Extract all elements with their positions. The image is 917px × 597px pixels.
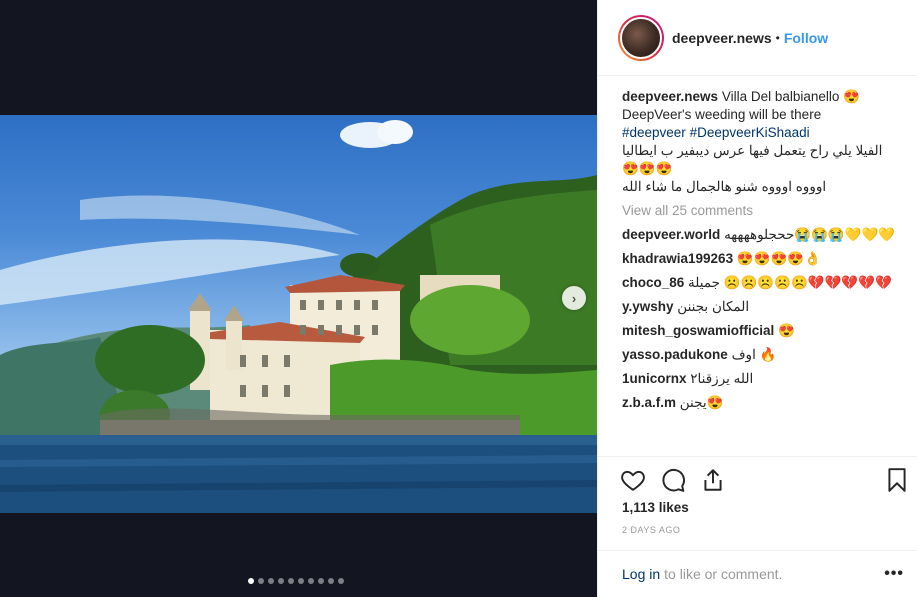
post-photo[interactable]: [0, 115, 597, 513]
avatar[interactable]: [618, 14, 664, 61]
comment-username[interactable]: y.ywshy: [622, 299, 674, 314]
comment-username[interactable]: choco_86: [622, 275, 684, 290]
carousel-dot: [268, 578, 274, 584]
carousel-dot: [308, 578, 314, 584]
carousel-dots: [248, 578, 344, 584]
comment-item: y.ywshy المكان بجننن: [622, 298, 912, 316]
hashtag-link[interactable]: #deepveer: [622, 125, 686, 140]
comment-text: 😍: [778, 323, 795, 338]
comment-list: deepveer.world ححجلوههههه😭😭😭💛💛💛 khadrawia…: [622, 226, 912, 412]
carousel-dot: [248, 578, 254, 584]
heart-icon[interactable]: [620, 467, 646, 493]
carousel-dot: [258, 578, 264, 584]
header-username[interactable]: deepveer.news: [672, 30, 772, 46]
carousel-dot: [318, 578, 324, 584]
caption-line4: الفيلا يلي راح يتعمل فيها عرس ديبفير ب ا…: [622, 143, 883, 158]
comment-username[interactable]: khadrawia199263: [622, 251, 733, 266]
comment-text: الله يرزقنا٢: [690, 371, 754, 386]
comment-username[interactable]: yasso.padukone: [622, 347, 728, 362]
comment-item: khadrawia199263 😍😍😍😍👌: [622, 250, 912, 268]
caption-line2: DeepVeer's weeding will be there: [622, 107, 822, 122]
comment-text: جميلة ☹️☹️☹️☹️☹️💔💔💔💔💔: [688, 275, 892, 290]
carousel-dot: [328, 578, 334, 584]
comment-item: deepveer.world ححجلوههههه😭😭😭💛💛💛: [622, 226, 912, 244]
comment-username[interactable]: 1unicornx: [622, 371, 687, 386]
comment-item: 1unicornx الله يرزقنا٢: [622, 370, 912, 388]
more-options-icon[interactable]: •••: [884, 565, 904, 583]
carousel-dot: [288, 578, 294, 584]
login-link[interactable]: Log in: [622, 566, 660, 582]
post-header: deepveer.news • Follow: [598, 0, 917, 76]
comment-icon[interactable]: [660, 467, 686, 493]
post-timestamp[interactable]: 2 days ago: [622, 525, 680, 535]
like-count[interactable]: 1,113 likes: [622, 500, 689, 515]
share-icon[interactable]: [700, 467, 726, 493]
carousel-dot: [278, 578, 284, 584]
comment-text: يجنن😍: [679, 395, 724, 410]
chevron-right-icon: ›: [571, 290, 577, 306]
comment-item: mitesh_goswamiofficial 😍: [622, 322, 912, 340]
caption: deepveer.news Villa Del balbianello 😍: [622, 88, 912, 106]
caption-line6: اوووه اوووه شنو هالجمال ما شاء الله: [622, 179, 827, 194]
comment-text: المكان بجننن: [677, 299, 750, 314]
view-all-comments-link[interactable]: View all 25 comments: [622, 202, 912, 220]
comments-section: deepveer.news Villa Del balbianello 😍 De…: [622, 88, 912, 456]
carousel-dot: [298, 578, 304, 584]
action-bar: [598, 456, 917, 500]
carousel-next-button[interactable]: ›: [562, 286, 586, 310]
carousel-dot: [338, 578, 344, 584]
post-side-panel: deepveer.news • Follow deepveer.news Vil…: [597, 0, 917, 597]
comment-item: yasso.padukone اوف 🔥: [622, 346, 912, 364]
comment-item: z.b.a.f.m يجنن😍: [622, 394, 912, 412]
caption-line5: 😍😍😍: [622, 161, 673, 176]
comment-text: ححجلوههههه😭😭😭💛💛💛: [724, 227, 896, 242]
comment-username[interactable]: z.b.a.f.m: [622, 395, 676, 410]
bookmark-icon[interactable]: [884, 467, 910, 493]
login-footer: Log in to like or comment. •••: [598, 550, 917, 597]
comment-text: 😍😍😍😍👌: [736, 251, 821, 266]
avatar-image: [620, 16, 662, 59]
post-media: ›: [0, 0, 597, 597]
comment-text: اوف 🔥: [731, 347, 777, 362]
caption-line1: Villa Del balbianello 😍: [721, 89, 860, 104]
villa-lake-image: [0, 120, 597, 513]
comment-username[interactable]: mitesh_goswamiofficial: [622, 323, 774, 338]
caption-username[interactable]: deepveer.news: [622, 89, 718, 104]
caption-hashtags: #deepveer #DeepveerKiShaadi: [622, 124, 912, 142]
login-prompt-text: to like or comment.: [664, 566, 783, 582]
comment-username[interactable]: deepveer.world: [622, 227, 720, 242]
comment-item: choco_86 جميلة ☹️☹️☹️☹️☹️💔💔💔💔💔: [622, 274, 912, 292]
hashtag-link[interactable]: #DeepveerKiShaadi: [690, 125, 810, 140]
header-separator: •: [775, 30, 780, 45]
follow-button[interactable]: Follow: [784, 30, 828, 46]
